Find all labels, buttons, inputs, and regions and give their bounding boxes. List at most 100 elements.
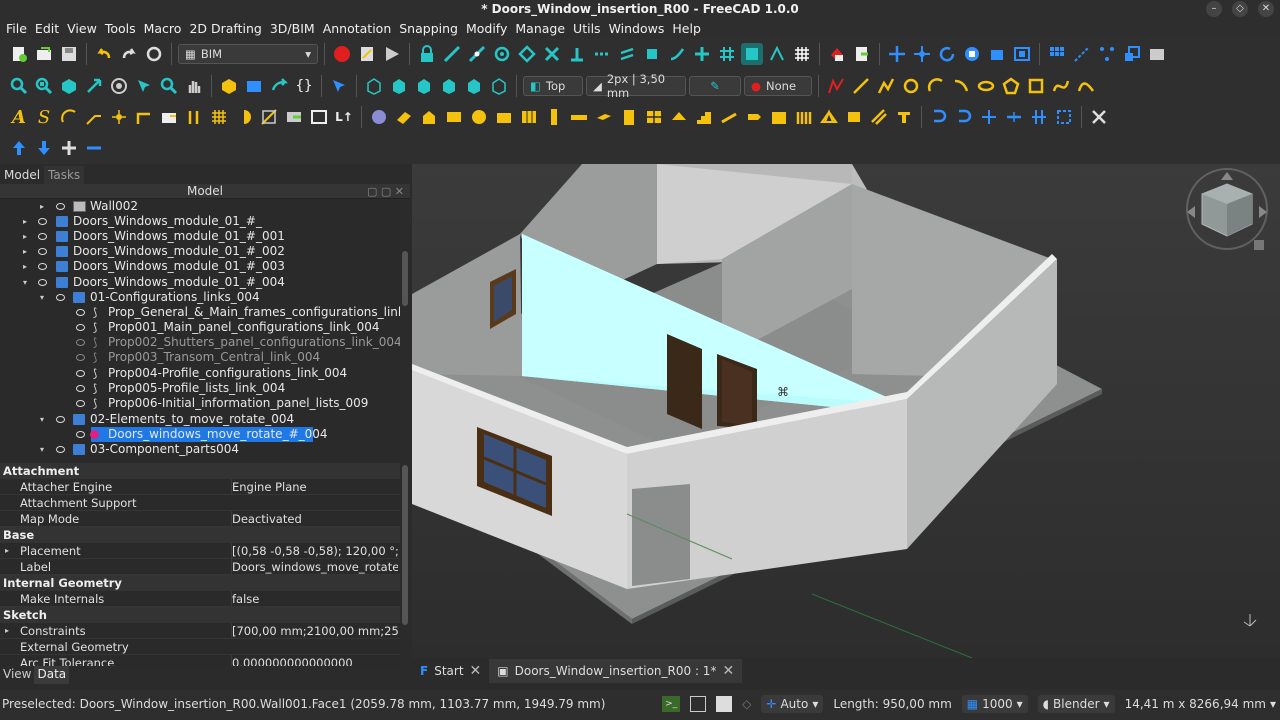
view-create-icon[interactable] xyxy=(308,106,330,128)
tree-item[interactable]: ⟆ Prop002_Shutters_panel_configurations_… xyxy=(0,335,400,350)
clone-icon[interactable] xyxy=(986,43,1008,65)
tab-tasks[interactable]: Tasks xyxy=(44,166,85,184)
expand-arrow-icon[interactable]: ▸ xyxy=(20,259,30,274)
rotate-icon[interactable] xyxy=(936,43,958,65)
tree-item[interactable]: ⟆ Prop001_Main_panel_configurations_link… xyxy=(0,320,400,335)
selection-filter-icon[interactable] xyxy=(133,75,155,97)
arc-icon[interactable] xyxy=(925,75,947,97)
view-fit-icon[interactable] xyxy=(83,75,105,97)
property-group[interactable]: Attachment xyxy=(0,463,400,479)
snap-extension-icon[interactable] xyxy=(591,43,613,65)
dimension-icon[interactable] xyxy=(58,106,80,128)
menu-2d-drafting[interactable]: 2D Drafting xyxy=(185,18,265,40)
tree-scrollbar[interactable] xyxy=(400,199,410,460)
hatch-icon[interactable] xyxy=(158,106,180,128)
point-array-icon[interactable] xyxy=(1096,43,1118,65)
panel-window-controls[interactable]: ▢ ▢ ✕ xyxy=(367,184,404,199)
tab-document[interactable]: ▣ Doors_Window_insertion_R00 : 1* ✕ xyxy=(489,659,743,683)
unit-selector[interactable]: ✛ Auto ▾ xyxy=(761,695,824,713)
path-array-icon[interactable] xyxy=(1071,43,1093,65)
bezier-icon[interactable] xyxy=(1075,75,1097,97)
menu-annotation[interactable]: Annotation xyxy=(319,18,396,40)
menu-windows[interactable]: Windows xyxy=(605,18,669,40)
tree-item[interactable]: ⟆ Prop006-Initial_information_panel_list… xyxy=(0,396,400,411)
visibility-eye-icon[interactable] xyxy=(38,233,47,240)
property-row[interactable]: Arc Fit Tolerance 0,000000000000000 xyxy=(0,655,400,666)
snap-dimensions-icon[interactable] xyxy=(766,43,788,65)
expand-arrow-icon[interactable]: ▸ xyxy=(5,543,9,559)
visibility-eye-icon[interactable] xyxy=(56,203,65,210)
part-icon[interactable] xyxy=(218,75,240,97)
arrow-up-icon[interactable] xyxy=(8,137,30,159)
snap-angle-icon[interactable] xyxy=(516,43,538,65)
property-group[interactable]: Base xyxy=(0,527,400,543)
hidden-eye-icon[interactable] xyxy=(76,354,85,361)
roof-icon[interactable] xyxy=(668,106,690,128)
section-plane-icon[interactable] xyxy=(233,106,255,128)
navigation-style-selector[interactable]: ◖ Blender ▾ xyxy=(1037,695,1115,713)
expand-arrow-icon[interactable]: ▾ xyxy=(37,442,47,457)
expand-arrow-icon[interactable]: ▸ xyxy=(5,623,9,639)
door-opening[interactable] xyxy=(667,334,702,429)
refresh-icon[interactable] xyxy=(143,43,165,65)
copy-move-icon[interactable] xyxy=(911,43,933,65)
tab-start[interactable]: F Start ✕ xyxy=(412,659,489,683)
line-style-selector[interactable]: ◢ 2px | 3,50 mm xyxy=(586,72,686,100)
rebar-icon[interactable] xyxy=(868,106,890,128)
property-row[interactable]: Attachment Support xyxy=(0,495,400,511)
arrow-down-icon[interactable] xyxy=(33,137,55,159)
property-group[interactable]: Internal Geometry xyxy=(0,575,400,591)
close-holes-icon[interactable] xyxy=(1028,106,1050,128)
plus-icon[interactable] xyxy=(58,137,80,159)
visibility-eye-icon[interactable] xyxy=(38,279,47,286)
check-icon[interactable] xyxy=(1053,106,1075,128)
move-icon[interactable] xyxy=(886,43,908,65)
std-import-icon[interactable] xyxy=(851,43,873,65)
property-row[interactable]: ▸ Placement [(0,58 -0,58 -0,58); 120,00 … xyxy=(0,543,400,559)
slab-icon[interactable] xyxy=(593,106,615,128)
section-view-icon[interactable] xyxy=(258,106,280,128)
snap-center-icon[interactable] xyxy=(491,43,513,65)
property-value[interactable]: false xyxy=(231,591,398,607)
tree-item[interactable]: ⟆ Prop005-Profile_lists_link_004 xyxy=(0,381,400,396)
facebinder-icon[interactable] xyxy=(133,106,155,128)
open-document-icon[interactable] xyxy=(33,43,55,65)
snap-toggle-icon[interactable]: ◇ xyxy=(742,697,751,711)
add-component-icon[interactable] xyxy=(928,106,950,128)
scrollbar-thumb[interactable] xyxy=(402,465,408,625)
hidden-eye-icon[interactable] xyxy=(76,339,85,346)
snap-intersection-icon[interactable] xyxy=(541,43,563,65)
stairs-icon[interactable] xyxy=(693,106,715,128)
visibility-eye-icon[interactable] xyxy=(56,294,65,301)
macro-run-icon[interactable] xyxy=(381,43,403,65)
view-rear-icon[interactable] xyxy=(438,75,460,97)
expand-arrow-icon[interactable]: ▸ xyxy=(20,214,30,229)
close-tab-icon[interactable]: ✕ xyxy=(470,663,482,679)
utility-tools-icon[interactable] xyxy=(1088,106,1110,128)
page-icon[interactable]: L↑ xyxy=(333,106,355,128)
snap-grid-icon[interactable] xyxy=(716,43,738,65)
visibility-eye-icon[interactable] xyxy=(38,248,47,255)
property-row[interactable]: Map Mode Deactivated xyxy=(0,511,400,527)
tree-item[interactable]: ▸ Doors_Windows_module_01_#_002 xyxy=(0,244,400,259)
std-addon-icon[interactable] xyxy=(826,43,848,65)
maximize-button[interactable]: ◇ xyxy=(1232,1,1248,17)
property-value[interactable]: Doors_windows_move_rotate... xyxy=(231,559,398,575)
tree-item[interactable]: ▸ Doors_Windows_module_01_#_ xyxy=(0,214,400,229)
expand-arrow-icon[interactable]: ▸ xyxy=(20,244,30,259)
measure-icon[interactable] xyxy=(158,75,180,97)
label-icon[interactable] xyxy=(83,106,105,128)
menu-edit[interactable]: Edit xyxy=(31,18,63,40)
beam-icon[interactable] xyxy=(568,106,590,128)
wire-icon[interactable] xyxy=(875,75,897,97)
snap-special-icon[interactable] xyxy=(641,43,663,65)
text-icon[interactable]: A xyxy=(8,106,30,128)
property-scrollbar[interactable] xyxy=(400,463,410,666)
property-value[interactable]: Deactivated xyxy=(231,511,398,527)
view-left-icon[interactable] xyxy=(488,75,510,97)
column-icon[interactable] xyxy=(543,106,565,128)
visibility-eye-icon[interactable] xyxy=(76,370,85,377)
expand-arrow-icon[interactable]: ▸ xyxy=(20,229,30,244)
snap-parallel-icon[interactable] xyxy=(616,43,638,65)
workbench-selector[interactable]: ▦ BIM ▾ xyxy=(178,44,318,64)
